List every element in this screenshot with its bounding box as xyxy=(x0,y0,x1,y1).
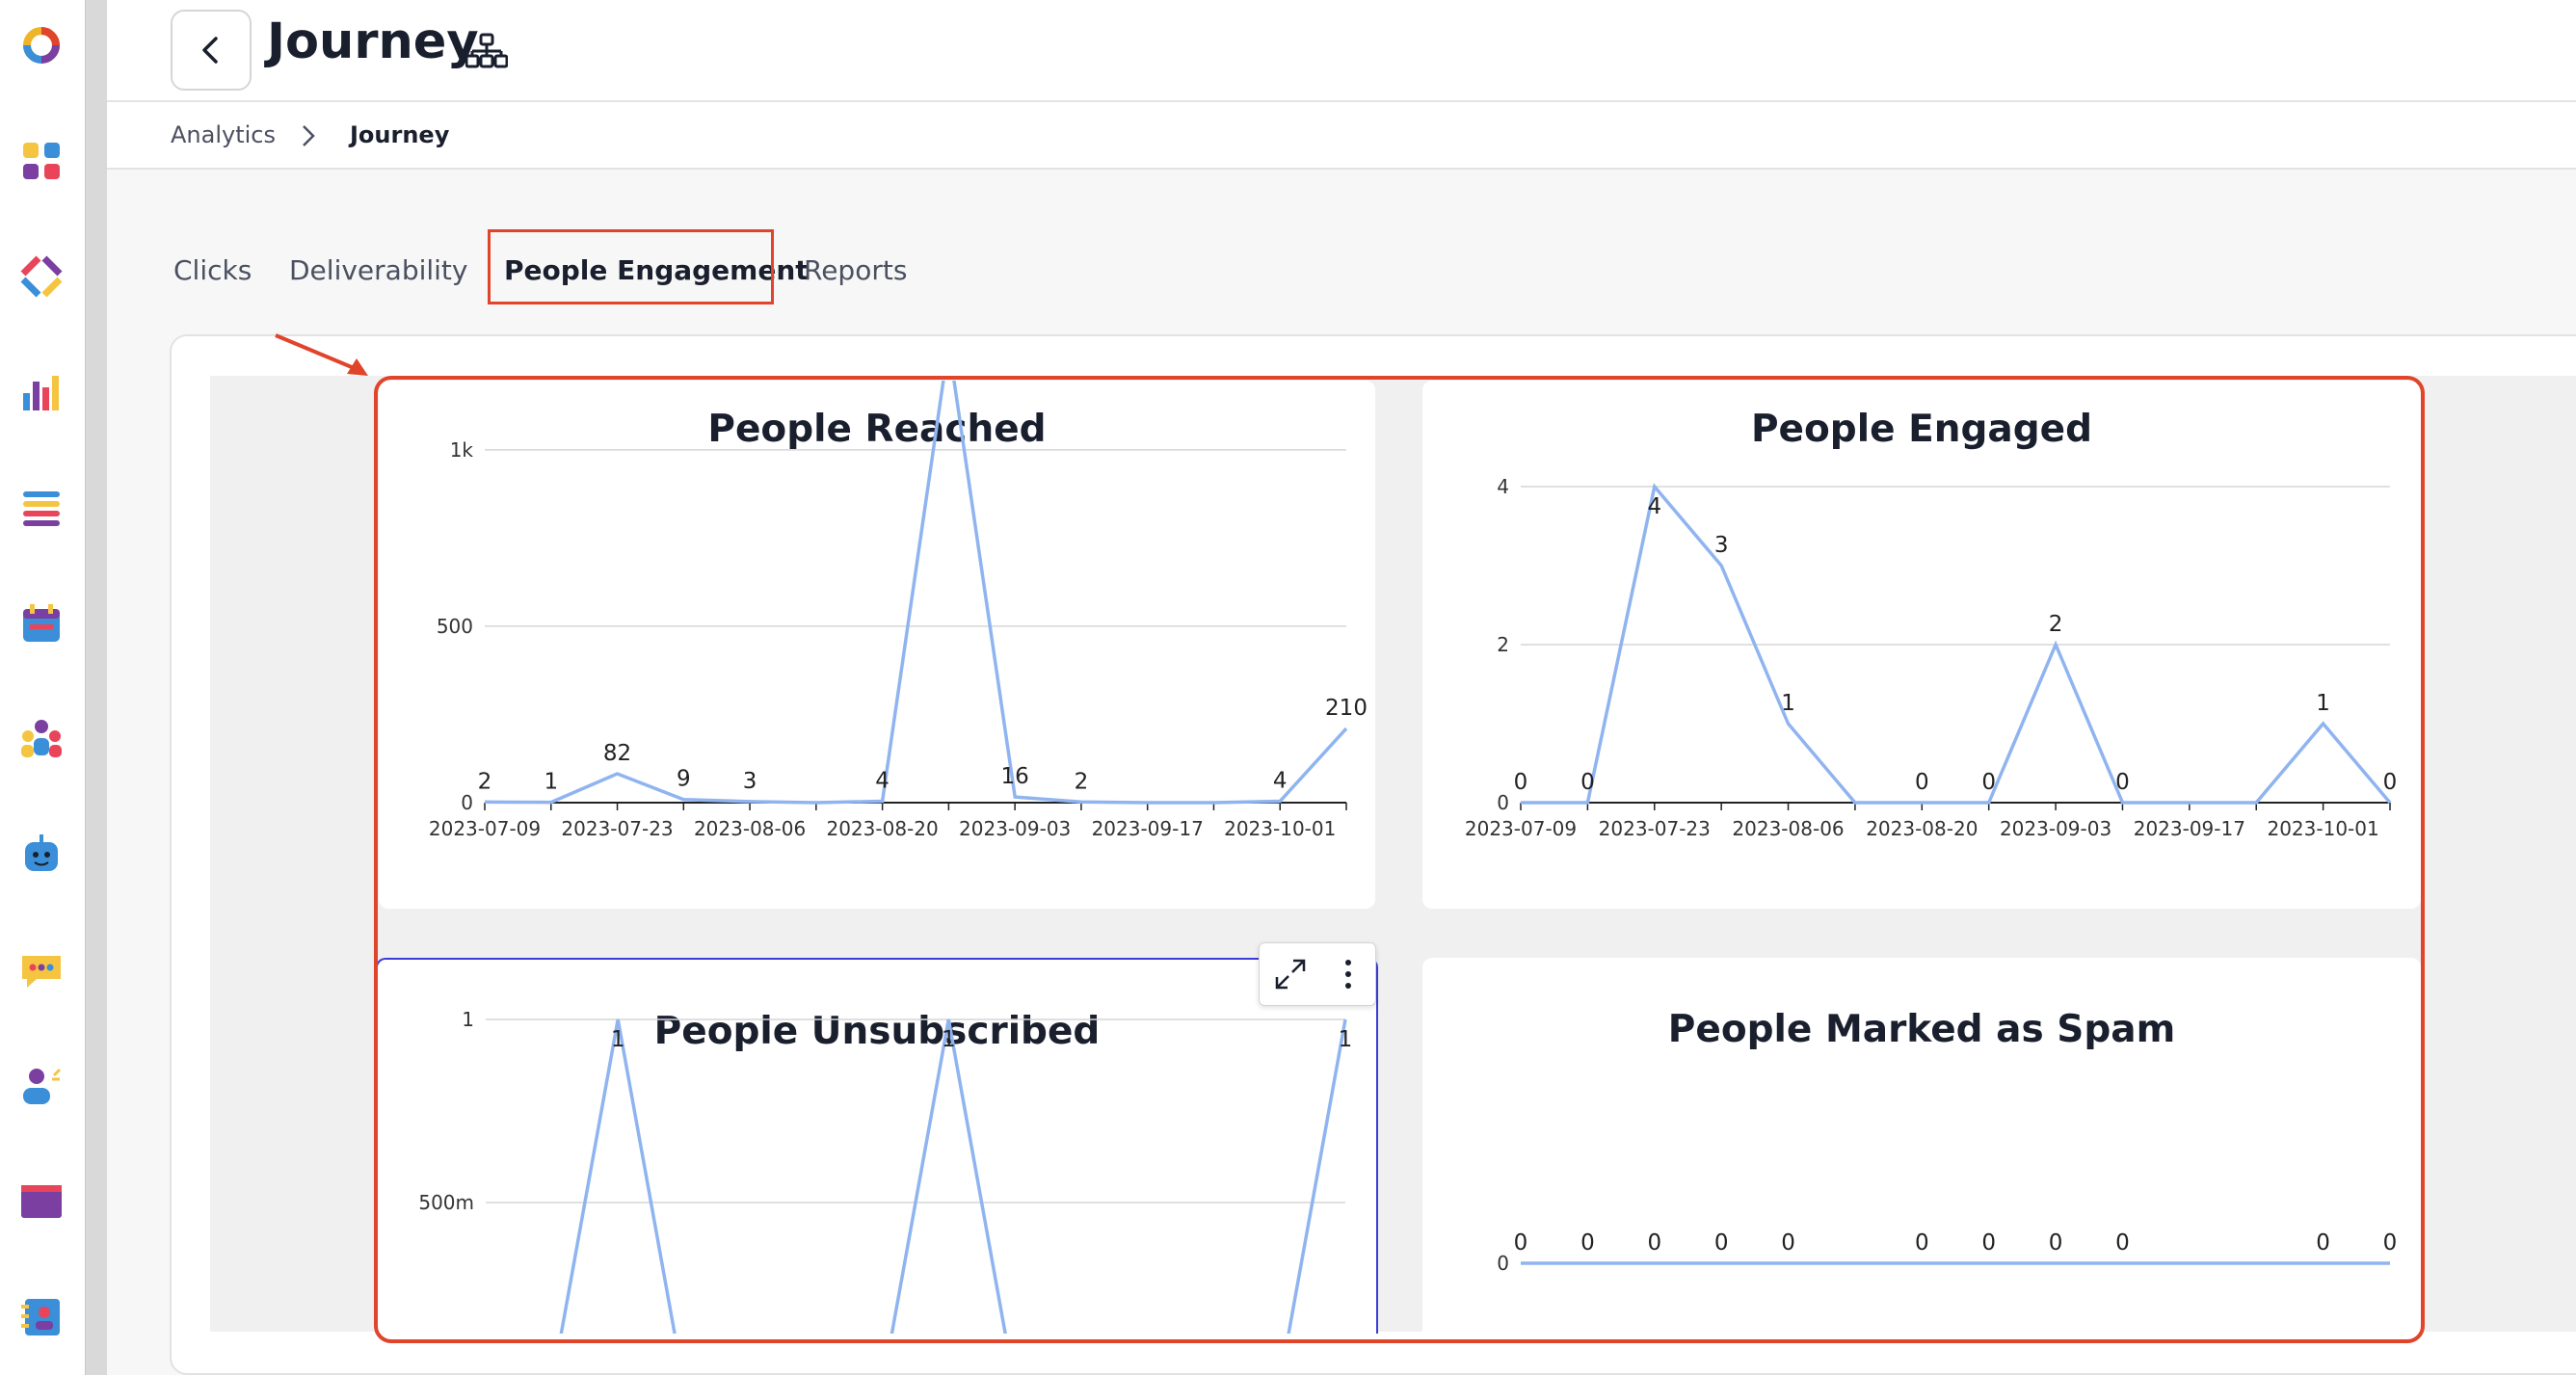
y-tick-label: 1k xyxy=(450,438,474,462)
data-label: 0 xyxy=(2383,1230,2398,1256)
expand-icon[interactable] xyxy=(1273,957,1308,992)
people-engaged-chart: 0 2 4 2023-07-09 2023-07-23 2023-08-06 2023-08… xyxy=(1465,475,2398,840)
data-label: 0 xyxy=(1915,1230,1929,1256)
chart-card-people-unsubscribed: People Unsubscribed 500m 1 1 1 1 xyxy=(376,958,1378,1334)
data-label: 3 xyxy=(743,769,757,794)
data-label: 0 xyxy=(1714,1230,1729,1256)
x-tick-label: 2023-10-01 xyxy=(2267,817,2378,840)
logo-ring-icon[interactable] xyxy=(17,21,66,69)
data-label: 0 xyxy=(2049,1230,2063,1256)
y-tick-label: 0 xyxy=(461,791,473,814)
page-title: Journey xyxy=(267,13,479,70)
sidebar-divider xyxy=(85,0,107,1375)
data-label: 9 xyxy=(677,767,691,792)
data-label: 0 xyxy=(1580,1230,1595,1256)
contacts-book-icon[interactable] xyxy=(17,1293,66,1341)
page-header: Journey xyxy=(107,0,2576,102)
x-tick-label: 2023-09-17 xyxy=(2134,817,2245,840)
data-label: 3 xyxy=(1714,533,1729,558)
data-label: 1 xyxy=(1339,1027,1353,1052)
data-label: 0 xyxy=(1514,770,1528,795)
person-icon[interactable] xyxy=(17,1062,66,1110)
y-tick-label: 0 xyxy=(1497,1252,1509,1275)
data-label: 16 xyxy=(1001,764,1029,789)
data-label: 0 xyxy=(1514,1230,1528,1256)
calendar-icon[interactable] xyxy=(17,599,66,648)
y-tick-label: 2 xyxy=(1497,633,1509,656)
x-tick-label: 2023-08-20 xyxy=(826,817,938,840)
tab-clicks[interactable]: Clicks xyxy=(173,254,252,286)
x-tick-label: 2023-07-09 xyxy=(429,817,541,840)
x-tick-label: 2023-10-01 xyxy=(1224,817,1336,840)
annotation-arrow-icon xyxy=(275,333,368,376)
people-marked-as-spam-chart: 00 0 0 0 0 0 0 0 0 0 0 xyxy=(1497,1230,2398,1275)
arrows-icon[interactable] xyxy=(17,252,66,301)
list-icon[interactable] xyxy=(17,484,66,532)
data-label: 2 xyxy=(478,769,492,794)
x-tick-label: 2023-07-23 xyxy=(1599,817,1711,840)
x-tick-label: 2023-09-03 xyxy=(2000,817,2111,840)
people-group-icon[interactable] xyxy=(17,715,66,763)
data-label: 1 xyxy=(611,1027,625,1052)
data-label: 82 xyxy=(603,741,631,766)
bar-chart-icon[interactable] xyxy=(17,368,66,416)
series-line xyxy=(559,1018,1347,1334)
card-toolbar xyxy=(1259,942,1376,1006)
x-tick-label: 2023-07-23 xyxy=(561,817,673,840)
data-label: 0 xyxy=(2115,1230,2130,1256)
more-options-icon[interactable] xyxy=(1339,955,1358,993)
data-label: 0 xyxy=(2383,770,2398,795)
browser-window-icon[interactable] xyxy=(17,1177,66,1226)
x-tick-label: 2023-08-06 xyxy=(1732,817,1844,840)
x-tick-label: 2023-08-06 xyxy=(694,817,806,840)
data-label: 0 xyxy=(1781,1230,1795,1256)
data-label: 0 xyxy=(1981,1230,1996,1256)
chart-card-people-marked-as-spam: People Marked as Spam 000000000000 xyxy=(1422,958,2421,1332)
tab-reports[interactable]: Reports xyxy=(804,254,907,286)
data-label: 0 xyxy=(2316,1230,2330,1256)
x-tick-label: 2023-09-17 xyxy=(1092,817,1204,840)
x-tick-label: 2023-08-20 xyxy=(1866,817,1978,840)
y-tick-label: 4 xyxy=(1497,475,1509,498)
y-tick-label: 1 xyxy=(462,1008,474,1031)
chart-card-people-reached: People Reached 0 500 1k 2023-07-09 2023-07-2… xyxy=(379,381,1375,909)
tab-deliverability[interactable]: Deliverability xyxy=(289,254,467,286)
breadcrumb: Analytics Journey xyxy=(107,102,2576,170)
data-label: 1 xyxy=(544,770,558,795)
data-label: 0 xyxy=(1580,770,1595,795)
breadcrumb-analytics[interactable]: Analytics xyxy=(171,121,276,148)
data-label: 4 xyxy=(875,769,890,794)
data-label: 4 xyxy=(1273,769,1288,794)
people-reached-chart: 0 500 1k 2023-07-09 2023-07-23 2023-08-06 2023… xyxy=(429,381,1368,840)
dashboard-grid-icon[interactable] xyxy=(17,137,66,185)
data-label: 1 xyxy=(2316,691,2330,716)
data-label: 1 xyxy=(942,1027,956,1052)
series-line xyxy=(484,381,1348,805)
data-label: 0 xyxy=(2115,770,2130,795)
data-label: 0 xyxy=(1981,770,1996,795)
people-unsubscribed-chart: 500m 1 1 1 1 xyxy=(418,1008,1353,1334)
data-label: 4 xyxy=(1647,494,1661,519)
y-tick-label: 500m xyxy=(418,1191,474,1214)
hierarchy-icon xyxy=(465,33,508,68)
chevron-left-icon xyxy=(202,37,218,64)
data-label: 2 xyxy=(1075,769,1089,794)
tab-annotation-box xyxy=(488,229,774,304)
y-tick-label: 500 xyxy=(437,615,473,638)
robot-icon[interactable] xyxy=(17,831,66,879)
chevron-right-icon xyxy=(303,125,315,146)
chart-card-people-engaged: People Engaged 0 2 4 2023-07-09 2023-07-23 20… xyxy=(1422,381,2421,909)
data-label: 210 xyxy=(1325,696,1368,721)
data-label: 0 xyxy=(1647,1230,1661,1256)
data-label: 0 xyxy=(1915,770,1929,795)
data-label: 1 xyxy=(1781,691,1795,716)
breadcrumb-journey: Journey xyxy=(350,121,450,148)
y-tick-label: 0 xyxy=(1497,791,1509,814)
data-label: 2 xyxy=(2049,612,2063,637)
x-tick-label: 2023-09-03 xyxy=(959,817,1071,840)
chat-bubble-icon[interactable] xyxy=(17,946,66,994)
back-button[interactable] xyxy=(171,10,252,91)
sidebar-rail xyxy=(0,0,85,1375)
x-tick-label: 2023-07-09 xyxy=(1465,817,1577,840)
